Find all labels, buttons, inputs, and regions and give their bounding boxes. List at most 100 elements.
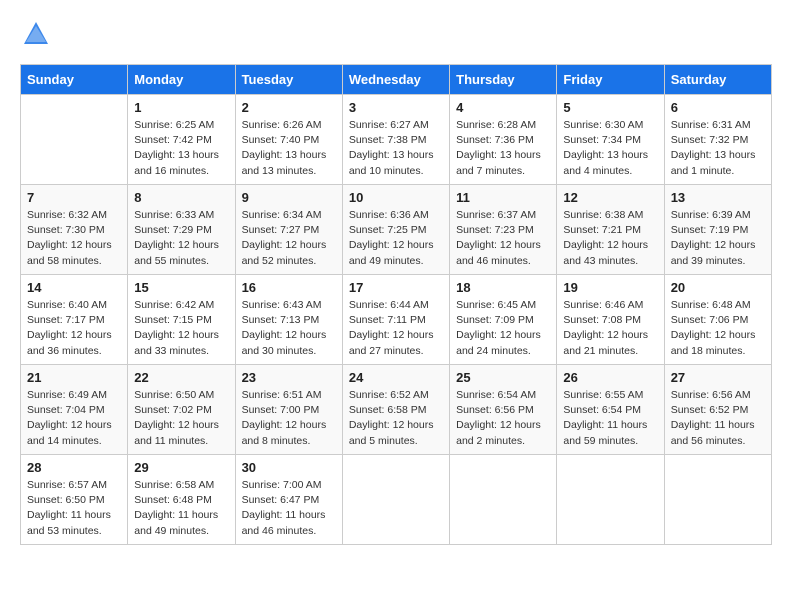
calendar-cell: 2 Sunrise: 6:26 AM Sunset: 7:40 PM Daylig… — [235, 95, 342, 185]
day-info: Sunrise: 6:33 AM Sunset: 7:29 PM Dayligh… — [134, 208, 228, 269]
day-info: Sunrise: 6:57 AM Sunset: 6:50 PM Dayligh… — [27, 478, 121, 539]
calendar-cell — [557, 455, 664, 545]
day-header-saturday: Saturday — [664, 65, 771, 95]
day-info: Sunrise: 6:54 AM Sunset: 6:56 PM Dayligh… — [456, 388, 550, 449]
day-number: 22 — [134, 370, 228, 385]
day-number: 1 — [134, 100, 228, 115]
day-number: 19 — [563, 280, 657, 295]
calendar-cell: 17 Sunrise: 6:44 AM Sunset: 7:11 PM Dayli… — [342, 275, 449, 365]
calendar-cell: 12 Sunrise: 6:38 AM Sunset: 7:21 PM Dayli… — [557, 185, 664, 275]
logo-text — [20, 20, 50, 48]
day-info: Sunrise: 6:46 AM Sunset: 7:08 PM Dayligh… — [563, 298, 657, 359]
day-info: Sunrise: 6:51 AM Sunset: 7:00 PM Dayligh… — [242, 388, 336, 449]
day-number: 25 — [456, 370, 550, 385]
calendar-cell: 13 Sunrise: 6:39 AM Sunset: 7:19 PM Dayli… — [664, 185, 771, 275]
day-info: Sunrise: 6:38 AM Sunset: 7:21 PM Dayligh… — [563, 208, 657, 269]
page-header — [20, 20, 772, 48]
day-number: 23 — [242, 370, 336, 385]
day-info: Sunrise: 6:48 AM Sunset: 7:06 PM Dayligh… — [671, 298, 765, 359]
day-info: Sunrise: 6:49 AM Sunset: 7:04 PM Dayligh… — [27, 388, 121, 449]
day-number: 10 — [349, 190, 443, 205]
day-info: Sunrise: 6:50 AM Sunset: 7:02 PM Dayligh… — [134, 388, 228, 449]
day-number: 3 — [349, 100, 443, 115]
day-number: 27 — [671, 370, 765, 385]
day-number: 14 — [27, 280, 121, 295]
calendar-cell: 15 Sunrise: 6:42 AM Sunset: 7:15 PM Dayli… — [128, 275, 235, 365]
calendar-cell: 1 Sunrise: 6:25 AM Sunset: 7:42 PM Daylig… — [128, 95, 235, 185]
day-header-monday: Monday — [128, 65, 235, 95]
day-info: Sunrise: 6:30 AM Sunset: 7:34 PM Dayligh… — [563, 118, 657, 179]
day-number: 17 — [349, 280, 443, 295]
day-info: Sunrise: 6:55 AM Sunset: 6:54 PM Dayligh… — [563, 388, 657, 449]
calendar-week-row: 21 Sunrise: 6:49 AM Sunset: 7:04 PM Dayli… — [21, 365, 772, 455]
calendar-cell: 20 Sunrise: 6:48 AM Sunset: 7:06 PM Dayli… — [664, 275, 771, 365]
calendar-cell: 14 Sunrise: 6:40 AM Sunset: 7:17 PM Dayli… — [21, 275, 128, 365]
day-info: Sunrise: 6:52 AM Sunset: 6:58 PM Dayligh… — [349, 388, 443, 449]
day-number: 20 — [671, 280, 765, 295]
day-info: Sunrise: 6:42 AM Sunset: 7:15 PM Dayligh… — [134, 298, 228, 359]
calendar-header-row: SundayMondayTuesdayWednesdayThursdayFrid… — [21, 65, 772, 95]
calendar-cell — [21, 95, 128, 185]
day-info: Sunrise: 6:37 AM Sunset: 7:23 PM Dayligh… — [456, 208, 550, 269]
logo — [20, 20, 50, 48]
calendar-week-row: 1 Sunrise: 6:25 AM Sunset: 7:42 PM Daylig… — [21, 95, 772, 185]
calendar-cell: 27 Sunrise: 6:56 AM Sunset: 6:52 PM Dayli… — [664, 365, 771, 455]
day-header-friday: Friday — [557, 65, 664, 95]
day-number: 5 — [563, 100, 657, 115]
calendar-table: SundayMondayTuesdayWednesdayThursdayFrid… — [20, 64, 772, 545]
calendar-cell: 6Sunrise: 6:31 AM Sunset: 7:32 PM Daylig… — [664, 95, 771, 185]
day-number: 29 — [134, 460, 228, 475]
calendar-cell — [342, 455, 449, 545]
day-info: Sunrise: 6:25 AM Sunset: 7:42 PM Dayligh… — [134, 118, 228, 179]
calendar-cell: 26 Sunrise: 6:55 AM Sunset: 6:54 PM Dayli… — [557, 365, 664, 455]
day-info: Sunrise: 6:58 AM Sunset: 6:48 PM Dayligh… — [134, 478, 228, 539]
calendar-cell: 25 Sunrise: 6:54 AM Sunset: 6:56 PM Dayli… — [450, 365, 557, 455]
calendar-cell: 8 Sunrise: 6:33 AM Sunset: 7:29 PM Daylig… — [128, 185, 235, 275]
logo-icon — [22, 20, 50, 48]
calendar-cell: 16Sunrise: 6:43 AM Sunset: 7:13 PM Dayli… — [235, 275, 342, 365]
day-number: 11 — [456, 190, 550, 205]
calendar-cell: 11 Sunrise: 6:37 AM Sunset: 7:23 PM Dayli… — [450, 185, 557, 275]
day-info: Sunrise: 6:27 AM Sunset: 7:38 PM Dayligh… — [349, 118, 443, 179]
calendar-cell: 29 Sunrise: 6:58 AM Sunset: 6:48 PM Dayli… — [128, 455, 235, 545]
day-number: 2 — [242, 100, 336, 115]
calendar-cell: 21 Sunrise: 6:49 AM Sunset: 7:04 PM Dayli… — [21, 365, 128, 455]
day-info: Sunrise: 6:34 AM Sunset: 7:27 PM Dayligh… — [242, 208, 336, 269]
calendar-cell: 23 Sunrise: 6:51 AM Sunset: 7:00 PM Dayli… — [235, 365, 342, 455]
day-number: 7 — [27, 190, 121, 205]
calendar-week-row: 7Sunrise: 6:32 AM Sunset: 7:30 PM Daylig… — [21, 185, 772, 275]
day-number: 28 — [27, 460, 121, 475]
day-number: 15 — [134, 280, 228, 295]
day-number: 6 — [671, 100, 765, 115]
calendar-cell — [664, 455, 771, 545]
calendar-cell: 28 Sunrise: 6:57 AM Sunset: 6:50 PM Dayli… — [21, 455, 128, 545]
calendar-cell: 19 Sunrise: 6:46 AM Sunset: 7:08 PM Dayli… — [557, 275, 664, 365]
day-number: 21 — [27, 370, 121, 385]
day-number: 26 — [563, 370, 657, 385]
day-header-tuesday: Tuesday — [235, 65, 342, 95]
calendar-cell: 22 Sunrise: 6:50 AM Sunset: 7:02 PM Dayli… — [128, 365, 235, 455]
day-info: Sunrise: 6:43 AM Sunset: 7:13 PM Dayligh… — [242, 298, 336, 359]
day-number: 4 — [456, 100, 550, 115]
day-info: Sunrise: 6:44 AM Sunset: 7:11 PM Dayligh… — [349, 298, 443, 359]
day-info: Sunrise: 7:00 AM Sunset: 6:47 PM Dayligh… — [242, 478, 336, 539]
day-number: 8 — [134, 190, 228, 205]
day-info: Sunrise: 6:40 AM Sunset: 7:17 PM Dayligh… — [27, 298, 121, 359]
day-number: 12 — [563, 190, 657, 205]
day-number: 13 — [671, 190, 765, 205]
day-info: Sunrise: 6:36 AM Sunset: 7:25 PM Dayligh… — [349, 208, 443, 269]
day-info: Sunrise: 6:45 AM Sunset: 7:09 PM Dayligh… — [456, 298, 550, 359]
calendar-cell: 24 Sunrise: 6:52 AM Sunset: 6:58 PM Dayli… — [342, 365, 449, 455]
day-header-sunday: Sunday — [21, 65, 128, 95]
day-info: Sunrise: 6:39 AM Sunset: 7:19 PM Dayligh… — [671, 208, 765, 269]
calendar-cell: 10 Sunrise: 6:36 AM Sunset: 7:25 PM Dayli… — [342, 185, 449, 275]
day-number: 24 — [349, 370, 443, 385]
calendar-cell — [450, 455, 557, 545]
day-info: Sunrise: 6:26 AM Sunset: 7:40 PM Dayligh… — [242, 118, 336, 179]
calendar-cell: 5 Sunrise: 6:30 AM Sunset: 7:34 PM Daylig… — [557, 95, 664, 185]
calendar-cell: 9Sunrise: 6:34 AM Sunset: 7:27 PM Daylig… — [235, 185, 342, 275]
calendar-cell: 30Sunrise: 7:00 AM Sunset: 6:47 PM Dayli… — [235, 455, 342, 545]
day-header-thursday: Thursday — [450, 65, 557, 95]
calendar-cell: 18Sunrise: 6:45 AM Sunset: 7:09 PM Dayli… — [450, 275, 557, 365]
day-info: Sunrise: 6:56 AM Sunset: 6:52 PM Dayligh… — [671, 388, 765, 449]
